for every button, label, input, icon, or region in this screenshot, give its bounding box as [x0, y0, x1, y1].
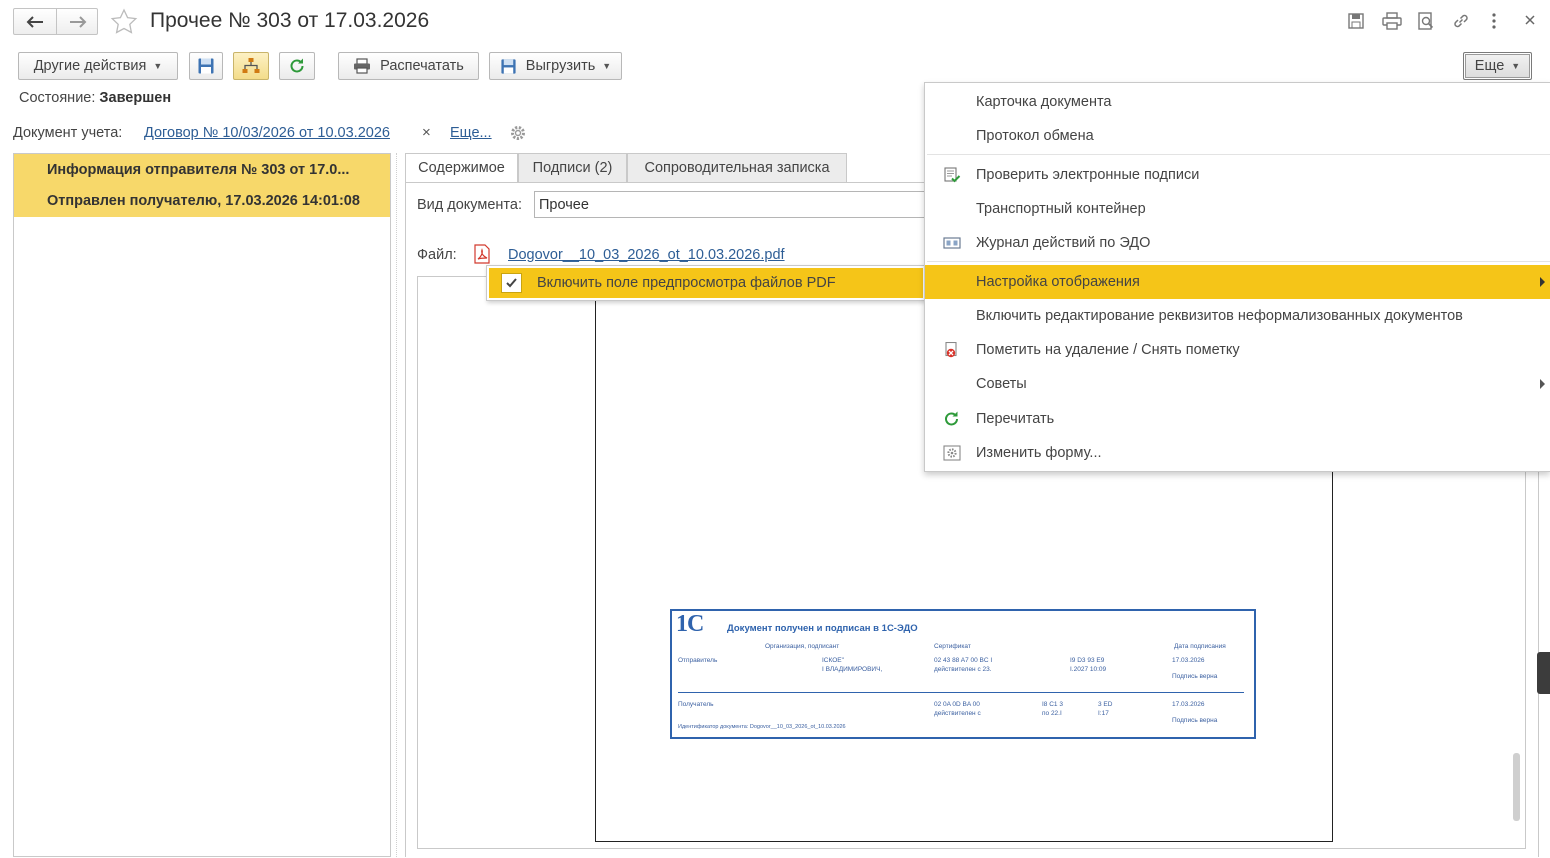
status-value: Завершен — [99, 90, 172, 106]
menu-separator — [927, 154, 1550, 155]
back-button[interactable] — [14, 9, 57, 34]
floppy-disk-icon — [501, 58, 516, 74]
preview-icon[interactable] — [1417, 12, 1435, 30]
enable-pdf-preview-item[interactable]: Включить поле предпросмотра файлов PDF — [489, 268, 923, 298]
gear-icon[interactable] — [509, 124, 527, 142]
menu-item-verify-signatures[interactable]: Проверить электронные подписи — [925, 158, 1550, 192]
hierarchy-icon — [242, 58, 260, 73]
printer-icon[interactable] — [1382, 12, 1402, 30]
panel-splitter[interactable] — [396, 153, 400, 857]
close-icon[interactable] — [1524, 14, 1536, 26]
file-label: Файл: — [417, 247, 457, 263]
submenu-arrow-icon — [1540, 379, 1545, 389]
page-title: Прочее № 303 от 17.03.2026 — [150, 9, 430, 32]
arrow-right-icon — [69, 15, 86, 28]
print-button[interactable]: Распечатать — [338, 52, 479, 80]
menu-item-reread[interactable]: Перечитать — [925, 402, 1550, 436]
dropdown-caret-icon: ▼ — [153, 61, 163, 71]
menu-item-enable-editing[interactable]: Включить редактирование реквизитов нефор… — [925, 299, 1550, 333]
doc-type-field[interactable]: Прочее — [534, 191, 934, 218]
side-collapse-tab[interactable] — [1537, 652, 1550, 694]
status-label: Состояние: — [19, 90, 96, 106]
arrow-left-icon — [26, 15, 43, 28]
menu-item-tips[interactable]: Советы — [925, 367, 1550, 401]
tab-cover-note[interactable]: Сопроводительная записка — [627, 153, 847, 183]
display-settings-submenu: Включить поле предпросмотра файлов PDF — [486, 265, 926, 301]
save-icon[interactable] — [1347, 12, 1365, 30]
star-icon[interactable] — [110, 8, 138, 35]
dropdown-caret-icon: ▼ — [1511, 61, 1521, 71]
file-link[interactable]: Dogovor__10_03_2026_ot_10.03.2026.pdf — [508, 247, 785, 263]
stamp-logo: 1С — [676, 611, 704, 637]
verify-document-icon — [944, 167, 961, 183]
doc-ref-label: Документ учета: — [13, 125, 123, 141]
scrollbar-thumb[interactable] — [1513, 753, 1520, 821]
tab-signatures[interactable]: Подписи (2) — [518, 153, 627, 183]
signature-stamp: 1С Документ получен и подписан в 1С-ЭДО … — [670, 609, 1256, 739]
delete-mark-icon — [945, 342, 957, 358]
floppy-disk-icon — [198, 58, 214, 74]
list-item[interactable]: Информация отправителя № 303 от 17.0... — [14, 154, 390, 185]
stamp-sender-label: Отправитель — [678, 657, 718, 664]
menu-item-exchange-log[interactable]: Протокол обмена — [925, 119, 1550, 153]
more-link[interactable]: Еще... — [450, 125, 492, 141]
doc-ref-link[interactable]: Договор № 10/03/2026 от 10.03.2026 — [144, 125, 390, 141]
checkbox[interactable] — [501, 273, 522, 293]
checkmark-icon — [506, 278, 517, 288]
more-actions-menu: Карточка документа Протокол обмена Прове… — [924, 82, 1550, 472]
refresh-button[interactable] — [279, 52, 315, 80]
stamp-col-org: Организация, подписант — [765, 643, 840, 650]
menu-item-transport-container[interactable]: Транспортный контейнер — [925, 192, 1550, 226]
menu-item-edo-journal[interactable]: Журнал действий по ЭДО — [925, 226, 1550, 260]
kebab-menu-icon[interactable] — [1489, 12, 1499, 30]
stamp-col-date: Дата подписания — [1174, 643, 1226, 650]
stamp-doc-id: Идентификатор документа: Dogovor__10_03_… — [678, 724, 846, 730]
stamp-col-cert: Сертификат — [934, 643, 971, 650]
refresh-icon — [945, 411, 958, 426]
stamp-receiver-label: Получатель — [678, 701, 714, 708]
journal-icon — [943, 237, 961, 249]
status-line: Состояние: Завершен — [19, 90, 171, 106]
menu-item-document-card[interactable]: Карточка документа — [925, 85, 1550, 119]
more-button[interactable]: Еще ▼ — [1463, 52, 1532, 80]
clear-doc-ref-button[interactable]: × — [422, 124, 431, 141]
save-button[interactable] — [189, 52, 223, 80]
printer-icon — [354, 58, 371, 74]
export-button[interactable]: Выгрузить ▼ — [489, 52, 622, 80]
menu-separator — [927, 261, 1550, 262]
other-actions-button[interactable]: Другие действия ▼ — [18, 52, 178, 80]
tab-content[interactable]: Содержимое — [405, 153, 518, 183]
stamp-divider — [678, 692, 1244, 693]
pdf-file-icon — [474, 244, 490, 264]
submenu-arrow-icon — [1540, 277, 1545, 287]
refresh-icon — [290, 58, 304, 73]
form-settings-icon — [943, 445, 961, 461]
menu-item-mark-deletion[interactable]: Пометить на удаление / Снять пометку — [925, 333, 1550, 367]
menu-item-display-settings[interactable]: Настройка отображения — [925, 265, 1550, 299]
dropdown-caret-icon: ▼ — [602, 61, 612, 71]
link-icon[interactable] — [1452, 12, 1470, 30]
menu-item-change-form[interactable]: Изменить форму... — [925, 436, 1550, 470]
structure-button[interactable] — [233, 52, 269, 80]
forward-button[interactable] — [57, 9, 98, 34]
preview-scrollbar[interactable] — [1512, 470, 1520, 840]
list-item[interactable]: Отправлен получателю, 17.03.2026 14:01:0… — [14, 185, 390, 217]
stamp-title: Документ получен и подписан в 1С-ЭДО — [727, 623, 918, 634]
nav-buttons — [13, 8, 98, 35]
exchange-history-panel: Информация отправителя № 303 от 17.0... … — [13, 153, 391, 857]
doc-type-label: Вид документа: — [417, 197, 522, 213]
